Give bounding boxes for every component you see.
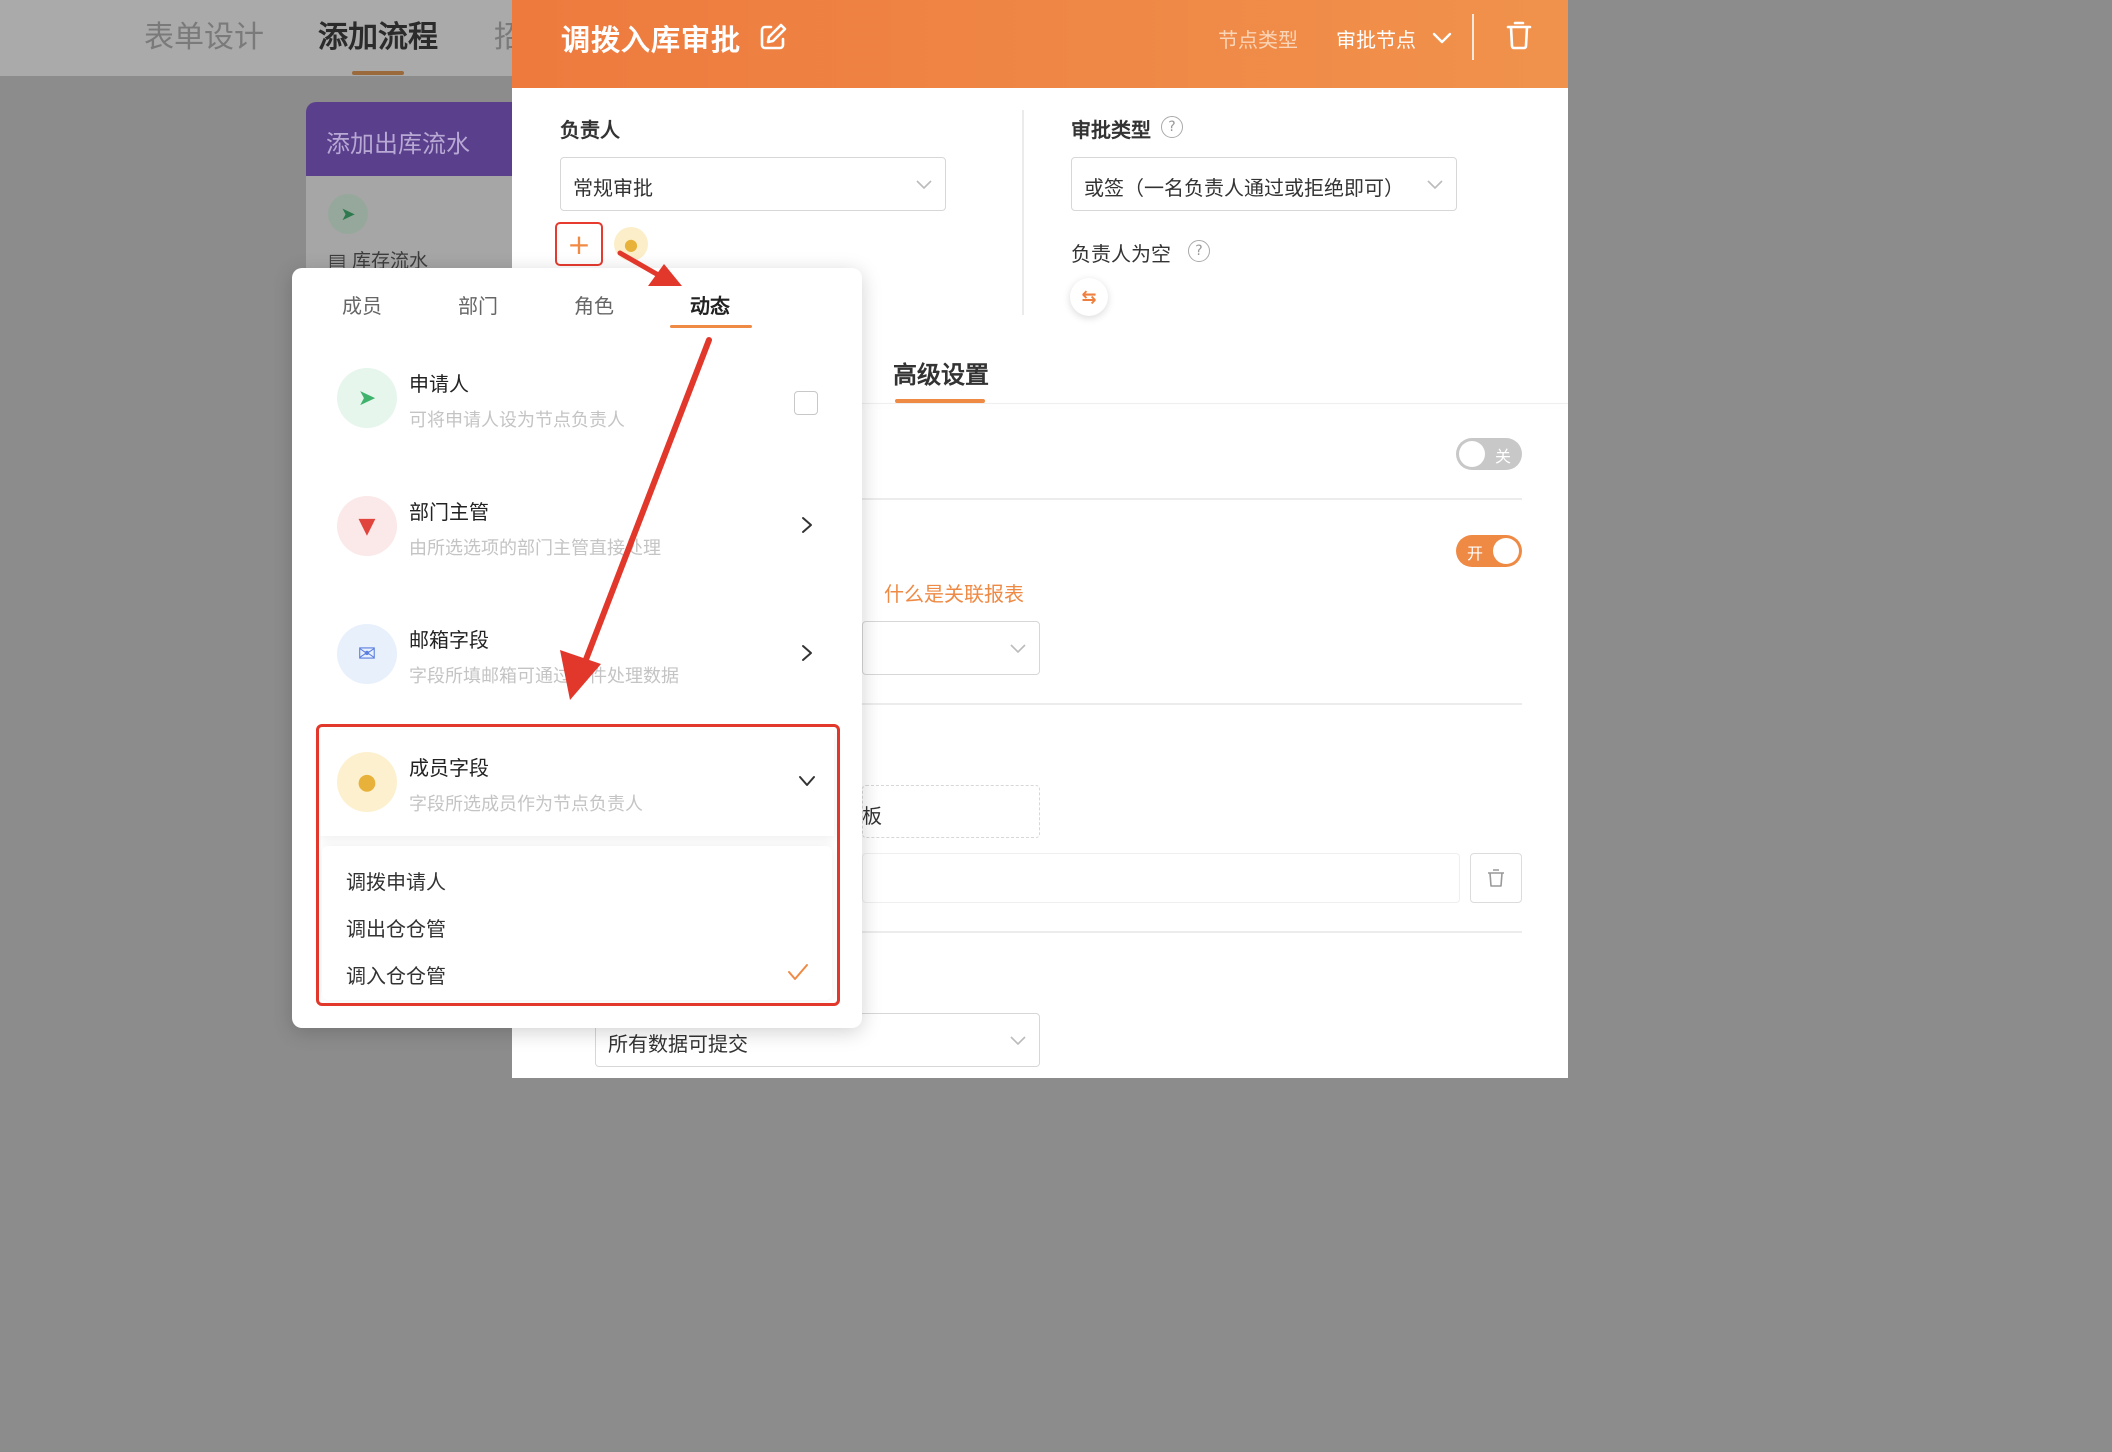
option-email-field-desc: 字段所填邮箱可通过邮件处理数据 [409,666,679,687]
applicant-checkbox[interactable] [794,391,818,415]
tab-dynamic[interactable]: 动态 [690,290,730,319]
toggle-off-label: 关 [1494,447,1511,466]
member-field-item[interactable]: 调出仓仓管 [346,913,446,942]
member-field-item[interactable]: 调拨申请人 [346,866,446,895]
toggle-knob [1459,441,1485,467]
option-dept-head-desc: 由所选选项的部门主管直接处理 [409,538,661,559]
tab-members[interactable]: 成员 [342,290,382,319]
chevron-down-icon[interactable] [798,772,816,790]
template-label: 板 [862,804,882,828]
owner-picker-popup: 成员 部门 角色 动态 ➤ 申请人 可将申请人设为节点负责人 ▼ 部门主管 由所… [292,268,862,1028]
add-owner-button[interactable]: + [555,222,603,266]
owner-label: 负责人 [560,118,620,142]
chevron-down-icon [1010,644,1026,654]
bg-card-title: 添加出库流水 [306,102,526,176]
chevron-down-icon [1427,180,1443,190]
swap-icon[interactable]: ⇆ [1070,278,1108,316]
column-divider [1022,110,1024,315]
header-divider [1472,14,1474,60]
option-member-field[interactable] [320,730,834,836]
bg-flow-card: 添加出库流水 ➤ ▤ 库存流水 [306,102,526,292]
option-applicant-title[interactable]: 申请人 [409,368,469,397]
tab-departments[interactable]: 部门 [458,290,498,319]
section-divider [862,498,1522,500]
paper-plane-icon: ➤ [328,194,368,234]
drawer-title: 调拨入库审批 [561,23,742,57]
chevron-right-icon[interactable] [798,644,816,662]
trash-icon [1488,869,1504,887]
tab-advanced-settings[interactable]: 高级设置 [893,355,989,390]
owner-mode-value: 常规审批 [573,176,653,200]
chevron-down-icon [1010,1036,1026,1046]
approval-type-select[interactable]: 或签（一名负责人通过或拒绝即可） [1071,157,1457,211]
option-dept-head-title[interactable]: 部门主管 [409,496,489,525]
section-divider [862,703,1522,705]
tab-roles[interactable]: 角色 [574,290,614,319]
tie-icon: ▼ [337,496,397,556]
toggle-switch-on[interactable]: 开 [1456,535,1522,567]
help-icon[interactable]: ? [1161,116,1183,138]
chevron-down-icon [916,180,932,190]
drawer-header: 调拨入库审批 节点类型 审批节点 [512,0,1568,88]
member-avatar[interactable]: ● [614,227,648,261]
section-divider [862,931,1522,933]
help-icon[interactable]: ? [1188,240,1210,262]
toggle-knob [1493,538,1519,564]
mail-icon: ✉ [337,624,397,684]
owner-mode-select[interactable]: 常规审批 [560,157,946,211]
check-icon [788,964,808,980]
submit-scope-value: 所有数据可提交 [608,1032,748,1056]
edit-icon[interactable] [758,22,788,52]
chevron-right-icon[interactable] [798,516,816,534]
delete-item-button[interactable] [1470,853,1522,903]
paper-plane-icon: ➤ [337,368,397,428]
toggle-switch-off[interactable]: 关 [1456,438,1522,470]
bg-tab-underline [352,71,404,75]
node-type-select[interactable]: 审批节点 [1336,24,1416,53]
template-item[interactable] [862,853,1460,903]
bg-tab-add-process: 添加流程 [318,20,438,55]
option-email-field-title[interactable]: 邮箱字段 [409,624,489,653]
toggle-on-label: 开 [1467,544,1484,563]
member-field-item-selected[interactable]: 调入仓仓管 [346,960,446,989]
empty-owner-label: 负责人为空 [1071,242,1171,266]
bg-tab-form-design: 表单设计 [144,20,264,55]
user-icon: ● [337,752,397,812]
template-dropzone[interactable] [862,785,1040,838]
node-type-label: 节点类型 [1218,28,1298,52]
approval-type-label: 审批类型 [1071,118,1151,142]
approval-type-value: 或签（一名负责人通过或拒绝即可） [1084,176,1404,200]
option-applicant-desc: 可将申请人设为节点负责人 [409,410,625,431]
related-report-help-link[interactable]: 什么是关联报表 [884,578,1024,607]
related-report-select[interactable] [862,621,1040,675]
option-member-field-desc: 字段所选成员作为节点负责人 [409,794,643,815]
chevron-down-icon[interactable] [1431,27,1453,49]
option-member-field-title[interactable]: 成员字段 [409,752,489,781]
tab-active-underline [670,325,752,328]
trash-icon[interactable] [1506,20,1532,50]
